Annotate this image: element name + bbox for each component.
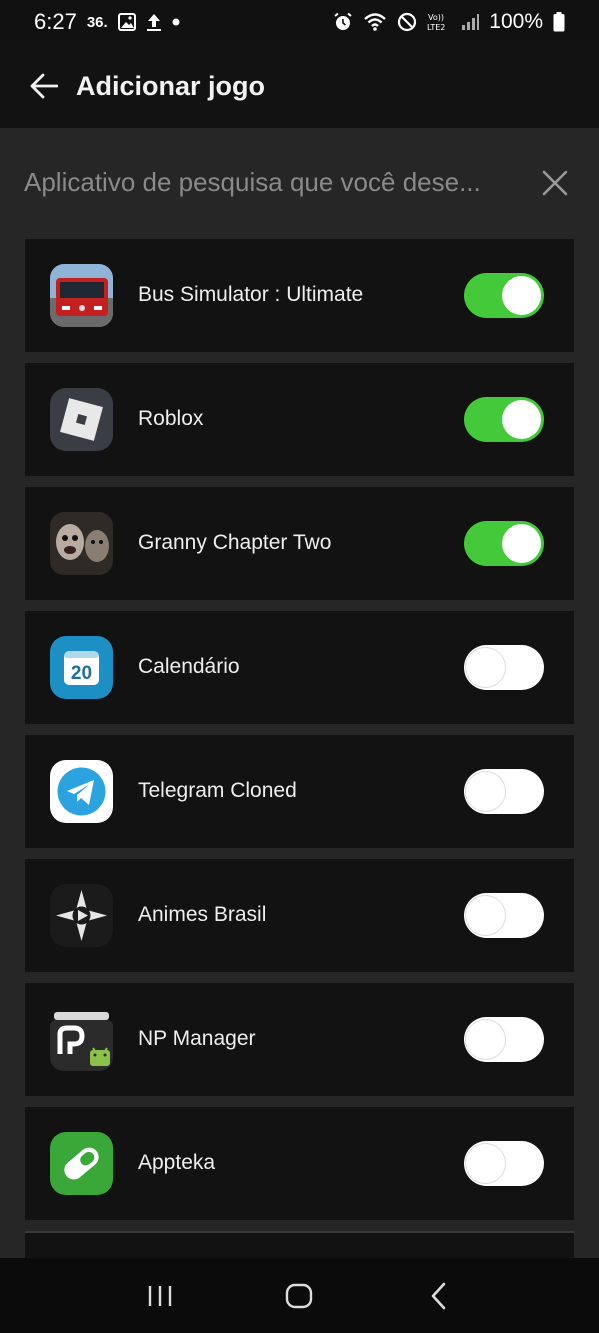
- status-left: 6:27 36.: [34, 9, 180, 35]
- granny-icon: [50, 512, 113, 575]
- toggle-knob: [466, 896, 505, 935]
- battery-icon: [553, 12, 565, 32]
- list-item: 20 Calendário: [25, 611, 574, 724]
- recents-icon: [148, 1285, 172, 1306]
- toggle-knob: [502, 524, 541, 563]
- toggle-knob: [466, 772, 505, 811]
- list-item: Bus Simulator : Ultimate: [25, 239, 574, 352]
- list-item: NP Manager: [25, 983, 574, 1096]
- volte-icon: Vo)) LTE2: [427, 12, 451, 32]
- animes-brasil-icon: [50, 884, 113, 947]
- home-button[interactable]: [274, 1271, 324, 1321]
- status-right: Vo)) LTE2 100%: [333, 10, 565, 34]
- telegram-icon: [50, 760, 113, 823]
- calendar-icon-text: 20: [71, 663, 92, 684]
- wifi-icon: [363, 12, 387, 32]
- app-name: Roblox: [138, 407, 204, 430]
- dot-icon: [172, 18, 180, 26]
- app-name: Appteka: [138, 1151, 216, 1174]
- toggle-telegram-cloned[interactable]: [464, 769, 544, 814]
- app-list: Bus Simulator : Ultimate Roblox Granny C…: [25, 239, 574, 1258]
- search-input[interactable]: [24, 158, 524, 206]
- search-row: [0, 128, 599, 238]
- toggle-knob: [502, 276, 541, 315]
- toggle-granny-chapter-two[interactable]: [464, 521, 544, 566]
- toggle-knob: [466, 1144, 505, 1183]
- list-item: Granny Chapter Two: [25, 487, 574, 600]
- np-manager-icon: [50, 1008, 113, 1071]
- svg-text:LTE2: LTE2: [427, 23, 445, 32]
- app-name: Granny Chapter Two: [138, 531, 332, 554]
- toggle-knob: [466, 1020, 505, 1059]
- svg-text:Vo)): Vo)): [428, 13, 444, 22]
- toggle-appteka[interactable]: [464, 1141, 544, 1186]
- list-item: Animes Brasil: [25, 859, 574, 972]
- gallery-icon: [117, 13, 136, 31]
- toggle-roblox[interactable]: [464, 397, 544, 442]
- status-bar: 6:27 36. Vo)) LTE2 100%: [0, 0, 599, 44]
- app-name: Animes Brasil: [138, 903, 267, 926]
- calendar-icon: 20: [50, 636, 113, 699]
- app-bar: Adicionar jogo: [0, 44, 599, 128]
- back-arrow-icon: [30, 73, 58, 99]
- toggle-np-manager[interactable]: [464, 1017, 544, 1062]
- app-name: NP Manager: [138, 1027, 256, 1050]
- recents-button[interactable]: [135, 1271, 185, 1321]
- do-not-disturb-icon: [397, 12, 417, 32]
- content-area: Bus Simulator : Ultimate Roblox: [0, 128, 599, 1258]
- back-button[interactable]: [24, 66, 64, 106]
- toggle-knob: [466, 648, 505, 687]
- system-nav-bar: [0, 1258, 599, 1333]
- clear-search-button[interactable]: [540, 168, 570, 198]
- close-icon: [542, 170, 568, 196]
- home-icon: [286, 1283, 313, 1308]
- list-item-partial: [25, 1231, 574, 1258]
- back-chevron-icon: [431, 1282, 446, 1309]
- status-notification-text: 36.: [86, 13, 108, 31]
- toggle-knob: [502, 400, 541, 439]
- app-name: Bus Simulator : Ultimate: [138, 283, 364, 306]
- alarm-icon: [333, 12, 353, 32]
- toggle-bus-simulator[interactable]: [464, 273, 544, 318]
- upload-icon: [146, 12, 162, 32]
- app-name: Telegram Cloned: [138, 779, 297, 802]
- app-name: Calendário: [138, 655, 240, 678]
- toggle-animes-brasil[interactable]: [464, 893, 544, 938]
- toggle-calendario[interactable]: [464, 645, 544, 690]
- page-title: Adicionar jogo: [76, 70, 265, 101]
- bus-simulator-icon: [50, 264, 113, 327]
- roblox-icon: [50, 388, 113, 451]
- list-item: Roblox: [25, 363, 574, 476]
- appteka-icon: [50, 1132, 113, 1195]
- back-nav-button[interactable]: [414, 1271, 464, 1321]
- list-item: Appteka: [25, 1107, 574, 1220]
- list-item: Telegram Cloned: [25, 735, 574, 848]
- battery-percent: 100%: [489, 10, 543, 33]
- status-time: 6:27: [34, 9, 77, 34]
- signal-icon: [461, 13, 480, 31]
